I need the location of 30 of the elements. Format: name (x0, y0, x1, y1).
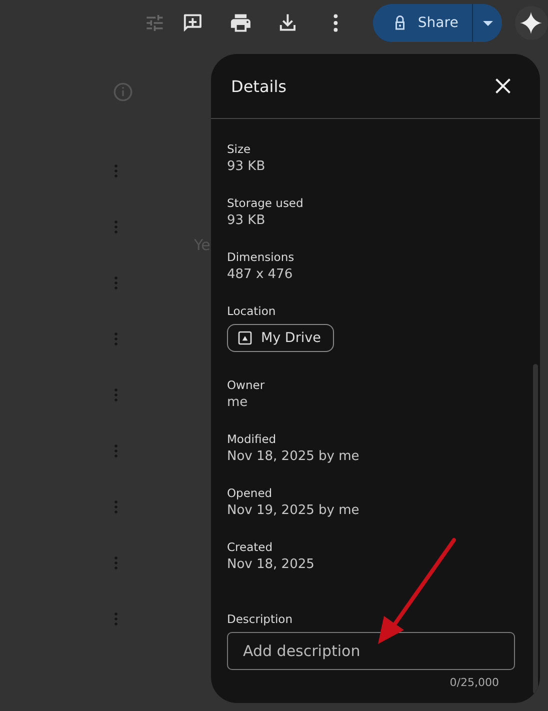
field-value: 93 KB (227, 159, 266, 174)
field-value: me (227, 395, 249, 410)
panel-title: Details (231, 76, 286, 96)
location-chip[interactable]: My Drive (227, 324, 334, 352)
tune-icon[interactable] (144, 12, 166, 34)
field-label: Modified (227, 432, 278, 446)
print-icon[interactable] (228, 11, 252, 35)
field-label: Size (227, 142, 252, 156)
share-button[interactable]: Share (372, 4, 474, 42)
field-value: 487 x 476 (227, 267, 294, 282)
field-label: Description (227, 612, 294, 626)
field-value: Nov 18, 2025 (227, 557, 316, 572)
field-label: Opened (227, 486, 274, 500)
info-icon[interactable] (113, 82, 133, 102)
assistant-button[interactable] (514, 6, 548, 40)
field-label: Created (227, 540, 274, 554)
field-label: Location (227, 304, 277, 318)
field-label: Dimensions (227, 250, 296, 264)
field-label: Owner (227, 378, 266, 392)
description-field[interactable]: Add description (227, 632, 515, 670)
field-value: Nov 18, 2025 by me (227, 449, 360, 464)
field-label: Storage used (227, 196, 304, 210)
close-icon[interactable] (494, 77, 512, 95)
field-value: 93 KB (227, 213, 266, 228)
caret-icon (482, 20, 493, 26)
drive-icon (237, 330, 253, 346)
character-counter: 0/25,000 (450, 676, 499, 689)
field-value: Nov 19, 2025 by me (227, 503, 360, 518)
sparkle-icon (519, 11, 544, 35)
scrollbar[interactable] (533, 364, 538, 694)
